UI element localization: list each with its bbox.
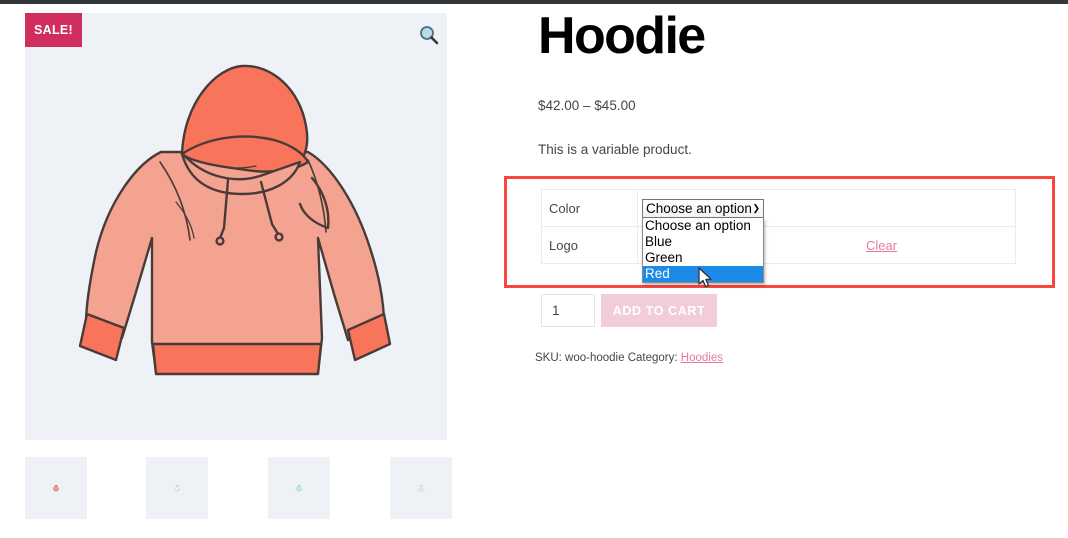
hoodie-logo-thumb[interactable] [390, 457, 452, 519]
color-select-options: Choose an option Blue Green Red [642, 217, 764, 283]
color-select[interactable]: Choose an option ❯ [642, 198, 764, 218]
option-green[interactable]: Green [643, 250, 763, 266]
variation-value-color: Choose an option ❯ Choose an option Blue… [637, 189, 1016, 283]
sku-label: SKU: [535, 352, 562, 364]
hoodie-green-thumb[interactable] [268, 457, 330, 519]
product-short-description: This is a variable product. [538, 142, 692, 157]
product-price: $42.00 – $45.00 [538, 98, 636, 113]
add-to-cart-button[interactable]: ADD TO CART [601, 294, 717, 327]
option-red[interactable]: Red [643, 265, 763, 282]
product-page: SALE! Hoodie $42.00 – $45.00 This is a v… [0, 0, 1068, 538]
product-meta: SKU: woo-hoodie Category: Hoodies [535, 352, 723, 364]
variation-label-logo: Logo [541, 226, 638, 264]
color-select-value: Choose an option [646, 200, 752, 216]
category-link[interactable]: Hoodies [681, 352, 723, 364]
hoodie-blue-thumb[interactable] [146, 457, 208, 519]
chevron-down-icon: ❯ [752, 202, 760, 213]
product-summary: Hoodie $42.00 – $45.00 This is a variabl… [538, 7, 1038, 157]
hoodie-red-thumb[interactable] [25, 457, 87, 519]
page-title: Hoodie [538, 7, 706, 65]
hoodie-illustration [78, 64, 392, 375]
variations-table: Color Choose an option ❯ Choose an optio… [541, 189, 1016, 283]
gallery-thumbnails [25, 457, 475, 521]
color-select-wrapper: Choose an option ❯ Choose an option Blue… [642, 198, 764, 283]
option-blue[interactable]: Blue [643, 234, 763, 250]
wp-admin-bar [0, 0, 1068, 4]
quantity-input[interactable] [541, 294, 595, 327]
sale-badge: SALE! [25, 13, 82, 47]
category-label: Category: [627, 352, 678, 364]
sku-value: woo-hoodie [565, 352, 625, 364]
table-row: Logo Clear [541, 226, 1016, 264]
magnifier-icon[interactable] [419, 25, 439, 45]
clear-selection-link[interactable]: Clear [866, 238, 897, 253]
product-main-image[interactable]: SALE! [25, 13, 447, 440]
option-choose-an-option[interactable]: Choose an option [643, 218, 763, 234]
product-gallery: SALE! [25, 13, 447, 440]
table-row: Color Choose an option ❯ Choose an optio… [541, 189, 1016, 283]
variation-label-color: Color [541, 189, 638, 227]
